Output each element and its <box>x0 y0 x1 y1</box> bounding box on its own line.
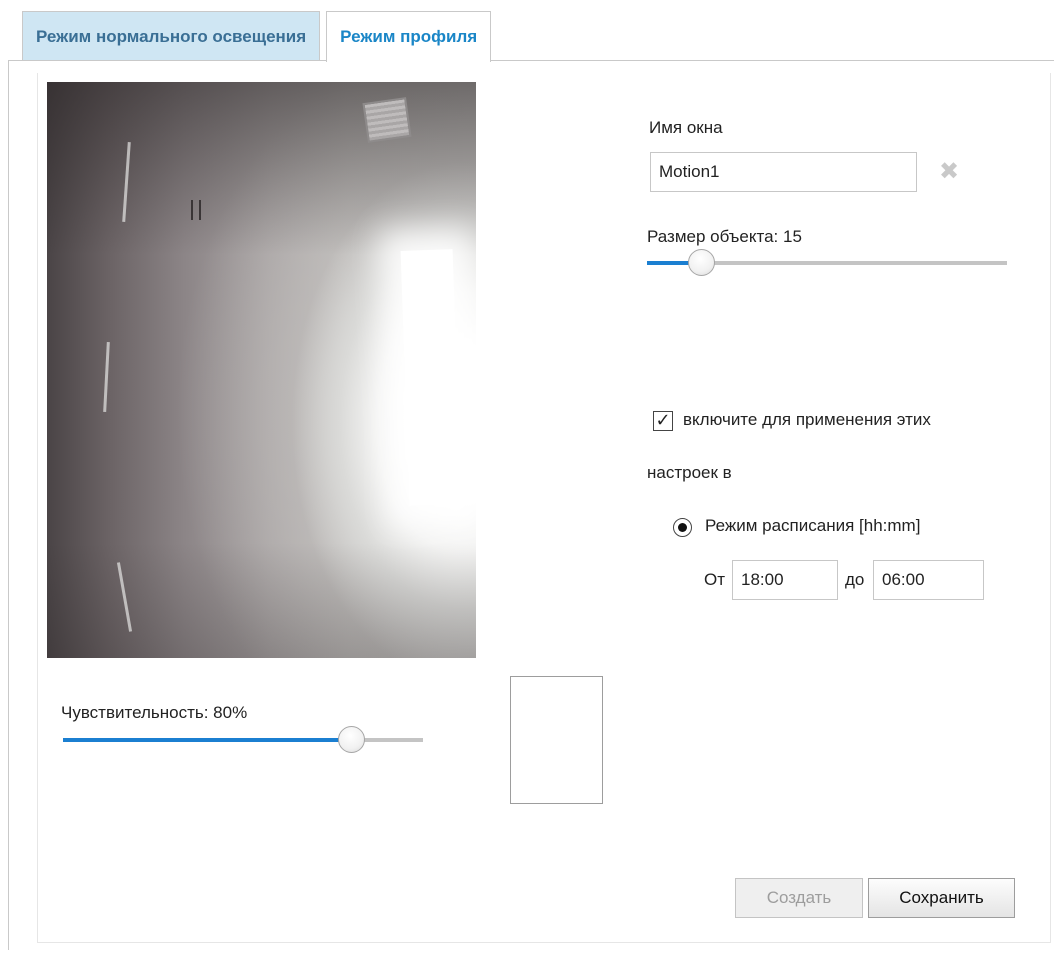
create-button[interactable]: Создать <box>735 878 863 918</box>
enable-checkbox[interactable]: ✓ <box>653 411 673 431</box>
ceiling-lamp <box>400 249 462 506</box>
content-left-border <box>8 60 9 950</box>
to-time-input[interactable] <box>873 560 984 600</box>
save-button[interactable]: Сохранить <box>868 878 1015 918</box>
schedule-mode-label: Режим расписания [hh:mm] <box>705 516 921 535</box>
close-x-icon[interactable]: ✖ <box>938 160 960 184</box>
wall-mark <box>191 200 201 220</box>
enable-label-line1: включите для применения этих <box>683 410 931 429</box>
sensitivity-label: Чувствительность: 80% <box>61 703 248 722</box>
enable-label-line2: настроек в <box>647 463 732 482</box>
sensitivity-slider-fill <box>63 738 351 742</box>
from-label: От <box>704 570 726 589</box>
window-name-label: Имя окна <box>649 118 723 137</box>
tab-divider <box>8 60 1054 61</box>
radio-selected-dot <box>678 523 687 532</box>
window-name-input[interactable] <box>650 152 917 192</box>
camera-preview[interactable] <box>47 82 476 658</box>
sensitivity-slider[interactable] <box>63 738 423 742</box>
ceiling-vent <box>362 97 412 143</box>
tab-normal-light-mode[interactable]: Режим нормального освещения <box>22 11 321 61</box>
schedule-mode-radio[interactable] <box>673 518 692 537</box>
object-size-slider-handle[interactable] <box>688 249 715 276</box>
tab-bar: Режим нормального освещения Режим профил… <box>22 11 492 62</box>
sensitivity-slider-handle[interactable] <box>338 726 365 753</box>
object-size-preview-box <box>510 676 603 804</box>
tab-profile-mode[interactable]: Режим профиля <box>326 11 492 62</box>
object-size-label: Размер объекта: 15 <box>647 227 802 246</box>
from-time-input[interactable] <box>732 560 838 600</box>
to-label: до <box>845 570 865 589</box>
